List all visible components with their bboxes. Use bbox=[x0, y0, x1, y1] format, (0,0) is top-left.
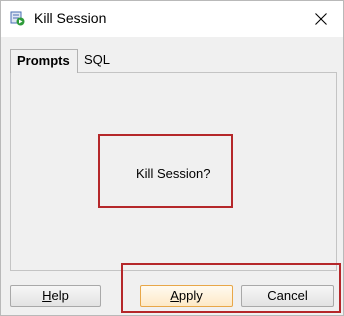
window-title: Kill Session bbox=[34, 10, 107, 26]
help-button[interactable]: Help bbox=[10, 285, 101, 307]
tab-prompts[interactable]: Prompts bbox=[10, 49, 78, 73]
annotation-highlight-message bbox=[98, 134, 233, 208]
annotation-highlight-buttons bbox=[121, 263, 341, 313]
title-bar: Kill Session bbox=[1, 1, 343, 37]
kill-session-dialog: Kill Session Prompts SQL Kill Session? H… bbox=[0, 0, 344, 316]
close-button[interactable] bbox=[299, 1, 343, 37]
tab-sql[interactable]: SQL bbox=[84, 49, 118, 73]
database-session-icon bbox=[10, 11, 25, 26]
help-mnemonic: H bbox=[42, 288, 52, 303]
close-icon bbox=[315, 13, 327, 25]
help-label-rest: elp bbox=[51, 288, 69, 303]
